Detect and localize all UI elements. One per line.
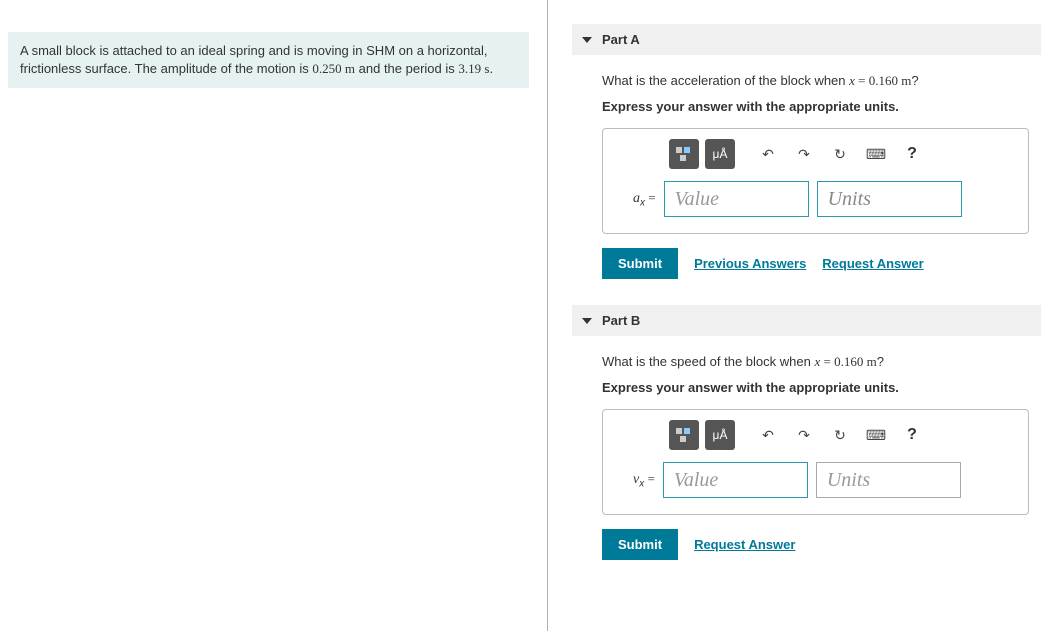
part-b-header[interactable]: Part B <box>572 305 1041 336</box>
special-chars-button[interactable]: μÅ <box>705 139 735 169</box>
collapse-icon <box>582 37 592 43</box>
redo-icon[interactable]: ↷ <box>789 139 819 169</box>
part-b-title: Part B <box>602 313 640 328</box>
part-a-toolbar: μÅ ↶ ↷ ↻ ⌨ ? <box>615 139 1016 181</box>
part-b-instruction: Express your answer with the appropriate… <box>602 380 1029 395</box>
part-b-input-row: vx = Value Units <box>615 462 1016 498</box>
undo-icon[interactable]: ↶ <box>753 420 783 450</box>
part-a-instruction: Express your answer with the appropriate… <box>602 99 1029 114</box>
help-icon[interactable]: ? <box>897 139 927 169</box>
problem-text-2: and the period is <box>355 61 458 76</box>
answer-panel: Part A What is the acceleration of the b… <box>548 0 1057 631</box>
submit-button[interactable]: Submit <box>602 248 678 279</box>
period-value: 3.19 s <box>458 61 489 76</box>
previous-answers-link[interactable]: Previous Answers <box>694 256 806 271</box>
variable-label: ax = <box>633 190 656 209</box>
part-b-body: What is the speed of the block when x = … <box>572 354 1041 586</box>
collapse-icon <box>582 318 592 324</box>
value-input[interactable]: Value <box>663 462 808 498</box>
part-a-answer-box: μÅ ↶ ↷ ↻ ⌨ ? ax = Value Units <box>602 128 1029 234</box>
templates-icon[interactable] <box>669 420 699 450</box>
special-chars-button[interactable]: μÅ <box>705 420 735 450</box>
value-input[interactable]: Value <box>664 181 809 217</box>
part-a-body: What is the acceleration of the block wh… <box>572 73 1041 305</box>
submit-button[interactable]: Submit <box>602 529 678 560</box>
problem-panel: A small block is attached to an ideal sp… <box>0 0 548 631</box>
help-icon[interactable]: ? <box>897 420 927 450</box>
part-a-question: What is the acceleration of the block wh… <box>602 73 1029 89</box>
problem-text-3: . <box>489 61 493 76</box>
variable-label: vx = <box>633 471 655 490</box>
undo-icon[interactable]: ↶ <box>753 139 783 169</box>
part-b-toolbar: μÅ ↶ ↷ ↻ ⌨ ? <box>615 420 1016 462</box>
keyboard-icon[interactable]: ⌨ <box>861 420 891 450</box>
units-input[interactable]: Units <box>817 181 962 217</box>
reset-icon[interactable]: ↻ <box>825 420 855 450</box>
units-input[interactable]: Units <box>816 462 961 498</box>
request-answer-link[interactable]: Request Answer <box>822 256 923 271</box>
part-a-actions: Submit Previous Answers Request Answer <box>602 248 1029 279</box>
part-a-header[interactable]: Part A <box>572 24 1041 55</box>
part-b-actions: Submit Request Answer <box>602 529 1029 560</box>
problem-statement: A small block is attached to an ideal sp… <box>8 32 529 88</box>
redo-icon[interactable]: ↷ <box>789 420 819 450</box>
part-b-question: What is the speed of the block when x = … <box>602 354 1029 370</box>
reset-icon[interactable]: ↻ <box>825 139 855 169</box>
part-a-title: Part A <box>602 32 640 47</box>
keyboard-icon[interactable]: ⌨ <box>861 139 891 169</box>
templates-icon[interactable] <box>669 139 699 169</box>
part-a-input-row: ax = Value Units <box>615 181 1016 217</box>
request-answer-link[interactable]: Request Answer <box>694 537 795 552</box>
amplitude-value: 0.250 m <box>312 61 355 76</box>
part-b-answer-box: μÅ ↶ ↷ ↻ ⌨ ? vx = Value Units <box>602 409 1029 515</box>
